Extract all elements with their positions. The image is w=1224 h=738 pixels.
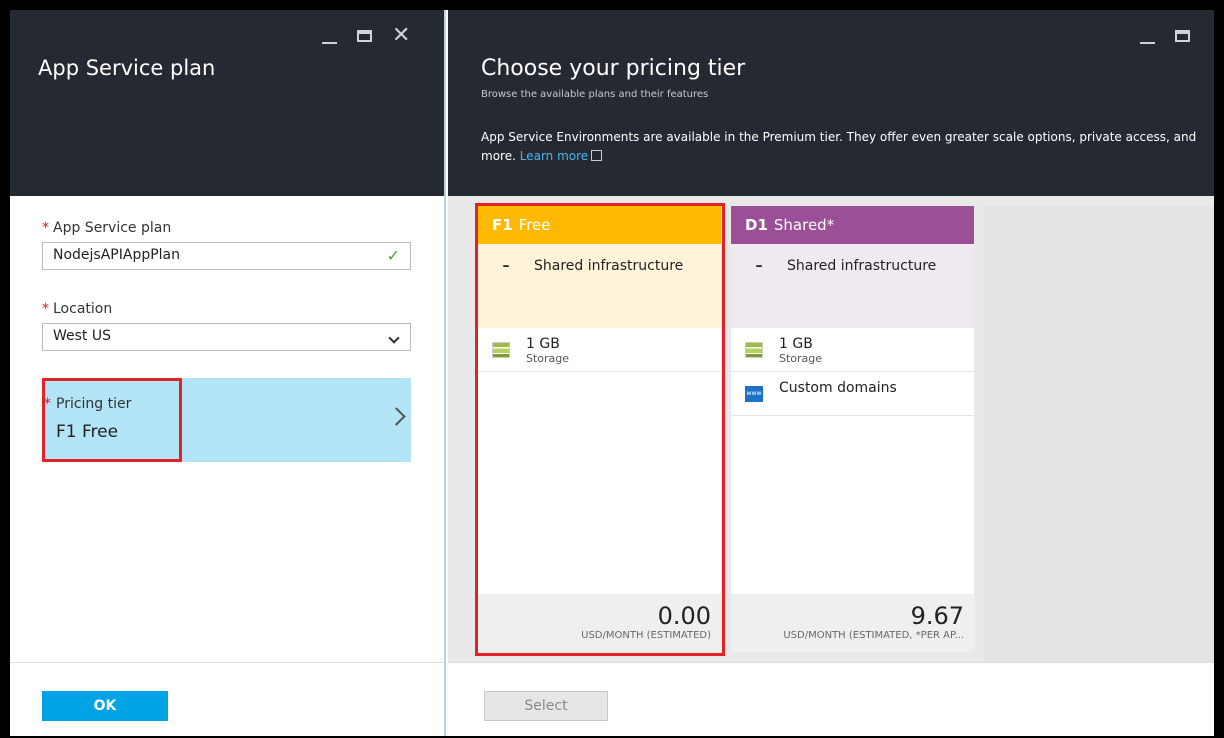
feature-row: – Shared infrastructure — [731, 244, 974, 288]
price-value: 0.00 — [657, 602, 711, 630]
chevron-right-icon — [387, 407, 406, 426]
app-service-plan-field: * App Service plan NodejsAPIAppPlan ✓ — [42, 220, 411, 270]
storage-icon — [745, 342, 763, 358]
blade-footer: OK — [10, 662, 444, 736]
dash-icon: – — [502, 258, 510, 274]
item-main: 1 GB — [526, 336, 560, 352]
item-main: 1 GB — [779, 336, 813, 352]
feature-block: – Shared infrastructure — [731, 244, 974, 328]
blade-header: App Service plan ✕ — [10, 10, 444, 196]
tier-card-f1[interactable]: F1 Free – Shared infrastructure 1 GB Stor… — [475, 203, 725, 656]
list-item: 1 GB Storage — [478, 328, 721, 372]
blade-header: Choose your pricing tier Browse the avai… — [448, 10, 1214, 196]
highlight-box — [42, 378, 182, 462]
feature-text: Shared infrastructure — [534, 258, 684, 274]
location-field: * Location West US — [42, 301, 411, 351]
price-value: 9.67 — [910, 602, 964, 630]
item-sub: Storage — [526, 352, 570, 365]
price-footer: 9.67 USD/MONTH (ESTIMATED, *PER AP... — [731, 594, 974, 652]
blade-title: Choose your pricing tier — [481, 56, 746, 81]
feature-text: Shared infrastructure — [787, 258, 937, 274]
field-label: * App Service plan — [42, 220, 172, 236]
input-value: NodejsAPIAppPlan — [53, 247, 181, 263]
external-link-icon — [591, 150, 603, 161]
www-icon: www — [745, 386, 763, 402]
list-item: www Custom domains — [731, 372, 974, 416]
tier-card-header: F1 Free — [478, 206, 721, 244]
feature-block: – Shared infrastructure — [478, 244, 721, 328]
field-label: * Location — [42, 301, 113, 317]
learn-more-link[interactable]: Learn more — [520, 149, 588, 163]
item-sub: Storage — [779, 352, 823, 365]
storage-icon — [492, 342, 510, 358]
maximize-icon[interactable] — [357, 30, 372, 42]
check-icon: ✓ — [386, 246, 400, 265]
item-main: Custom domains — [779, 380, 897, 396]
portal-frame: App Service plan ✕ * App Service plan Nod… — [10, 10, 1214, 736]
blade-title: App Service plan — [38, 56, 216, 80]
select-value: West US — [53, 328, 112, 344]
app-service-plan-blade: App Service plan ✕ * App Service plan Nod… — [10, 10, 446, 736]
minimize-icon[interactable] — [1140, 42, 1155, 44]
dash-icon: – — [755, 258, 763, 274]
window-controls: ✕ — [322, 25, 410, 47]
location-select[interactable]: West US — [42, 323, 411, 351]
pricing-tier-selector[interactable]: * Pricing tier F1 Free — [42, 378, 411, 462]
tier-card-d1[interactable]: D1 Shared* – Shared infrastructure 1 GB S… — [731, 206, 974, 652]
minimize-icon[interactable] — [322, 42, 337, 44]
blade-footer: Select — [448, 662, 1214, 736]
list-item: 1 GB Storage — [731, 328, 974, 372]
price-footer: 0.00 USD/MONTH (ESTIMATED) — [478, 594, 721, 652]
pricing-tier-blade: Choose your pricing tier Browse the avai… — [448, 10, 1214, 736]
app-service-plan-input[interactable]: NodejsAPIAppPlan ✓ — [42, 242, 411, 270]
price-unit: USD/MONTH (ESTIMATED) — [581, 630, 711, 641]
empty-area — [984, 206, 1214, 662]
maximize-icon[interactable] — [1175, 30, 1190, 42]
select-button[interactable]: Select — [484, 691, 608, 721]
close-icon[interactable]: ✕ — [392, 25, 410, 47]
blade-description: App Service Environments are available i… — [481, 130, 1197, 163]
ok-button[interactable]: OK — [42, 691, 168, 721]
chevron-down-icon — [388, 332, 400, 344]
blade-subtitle: Browse the available plans and their fea… — [481, 89, 709, 100]
price-unit: USD/MONTH (ESTIMATED, *PER AP... — [783, 630, 964, 641]
tier-card-header: D1 Shared* — [731, 206, 974, 244]
feature-row: – Shared infrastructure — [478, 244, 721, 288]
window-controls — [1140, 28, 1190, 44]
